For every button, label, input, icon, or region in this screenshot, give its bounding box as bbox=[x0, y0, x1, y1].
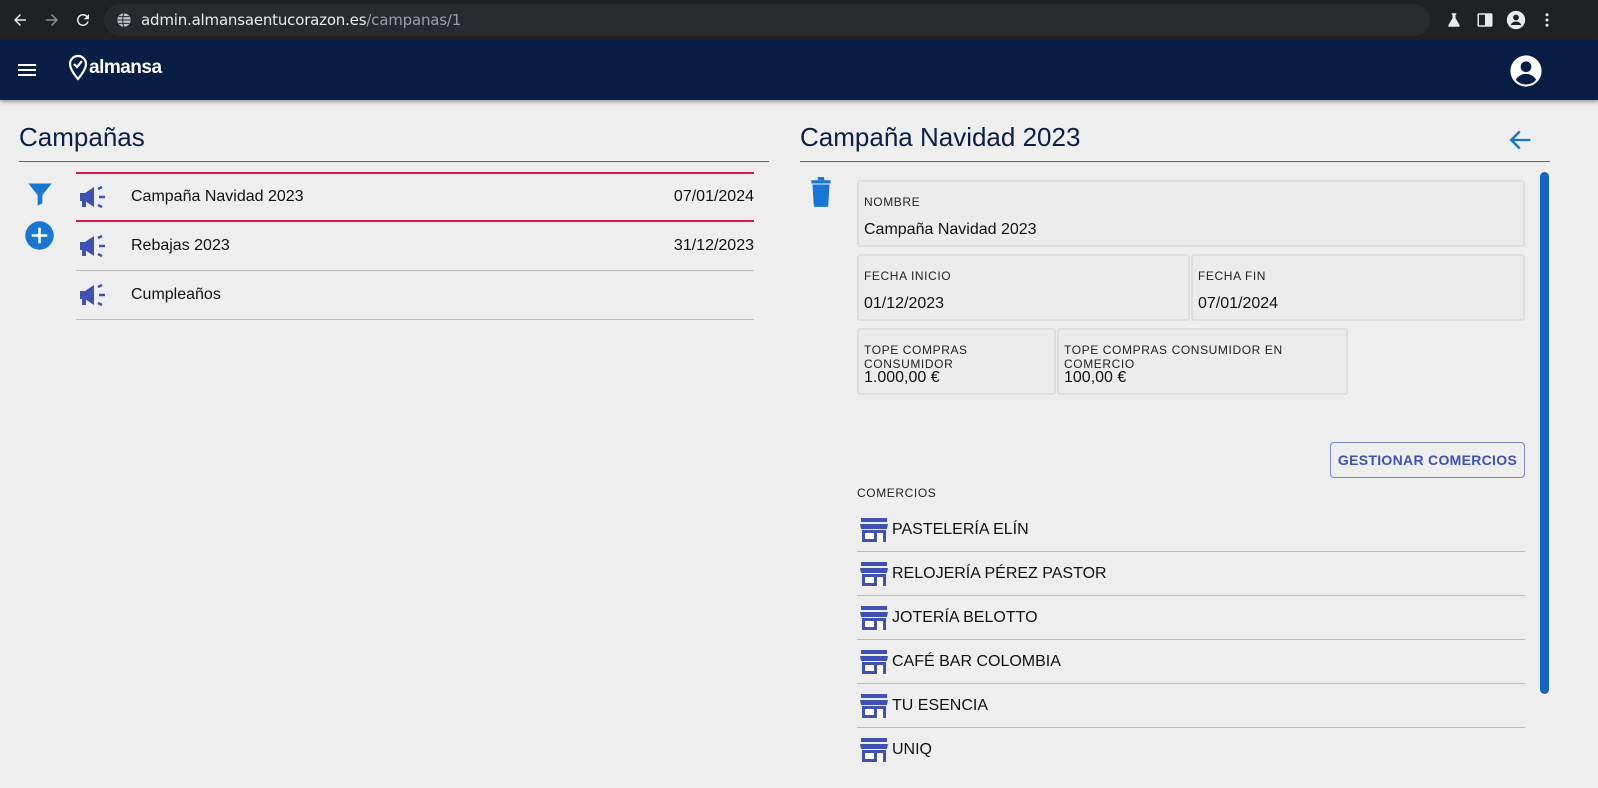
comercio-name: PASTELERÍA ELÍN bbox=[892, 520, 1029, 538]
comercios-label: COMERCIOS bbox=[857, 486, 937, 500]
comercio-list-item[interactable]: JOTERÍA BELOTTO bbox=[857, 596, 1525, 640]
store-icon bbox=[860, 649, 888, 675]
detail-divider bbox=[800, 161, 1550, 162]
page-title-campanas: Campañas bbox=[19, 122, 145, 152]
comercios-list: PASTELERÍA ELÍN RELOJERÍA PÉREZ PASTOR J… bbox=[857, 508, 1525, 772]
store-icon bbox=[860, 737, 888, 763]
nombre-field[interactable]: NOMBRE Campaña Navidad 2023 bbox=[857, 180, 1525, 247]
tope-consumidor-label: TOPE COMPRAS CONSUMIDOR bbox=[864, 343, 968, 371]
title-divider bbox=[19, 161, 769, 162]
profile-icon[interactable] bbox=[1505, 9, 1527, 31]
nombre-value: Campaña Navidad 2023 bbox=[864, 221, 1037, 238]
comercio-list-item[interactable]: PASTELERÍA ELÍN bbox=[857, 508, 1525, 552]
add-campaign-icon[interactable] bbox=[24, 220, 55, 251]
fecha-inicio-label: FECHA INICIO bbox=[864, 269, 952, 283]
comercio-list-item[interactable]: RELOJERÍA PÉREZ PASTOR bbox=[857, 552, 1525, 596]
address-bar[interactable]: admin.almansaentucorazon.es/campanas/1 bbox=[104, 4, 1430, 36]
delete-trash-icon[interactable] bbox=[808, 176, 834, 208]
hamburger-menu-icon[interactable] bbox=[15, 58, 39, 82]
site-info-icon[interactable] bbox=[116, 12, 132, 28]
campaign-list-item[interactable]: Campaña Navidad 2023 07/01/2024 bbox=[76, 172, 754, 222]
tope-consumidor-value: 1.000,00 € bbox=[864, 369, 940, 386]
comercio-name: UNIQ bbox=[892, 741, 932, 758]
forward-arrow-icon[interactable] bbox=[41, 9, 63, 31]
logo-text: almansa bbox=[89, 57, 162, 78]
back-arrow-icon[interactable] bbox=[1506, 126, 1534, 154]
tope-comercio-value: 100,00 € bbox=[1064, 369, 1127, 386]
campaign-name: Rebajas 2023 bbox=[131, 237, 230, 254]
app-bar: almansa bbox=[0, 40, 1598, 100]
megaphone-icon bbox=[78, 185, 108, 209]
comercio-list-item[interactable]: TU ESENCIA bbox=[857, 684, 1525, 728]
detail-title: Campaña Navidad 2023 bbox=[800, 122, 1081, 152]
browser-menu-icon[interactable] bbox=[1536, 9, 1558, 31]
campaign-date: 07/01/2024 bbox=[673, 188, 754, 205]
campaign-name: Campaña Navidad 2023 bbox=[131, 188, 304, 205]
campaign-name: Cumpleaños bbox=[131, 286, 221, 303]
tope-comercio-label: TOPE COMPRAS CONSUMIDOR EN COMERCIO bbox=[1064, 343, 1283, 371]
comercio-name: JOTERÍA BELOTTO bbox=[892, 608, 1038, 626]
megaphone-icon bbox=[78, 234, 108, 258]
comercio-list-item[interactable]: CAFÉ BAR COLOMBIA bbox=[857, 640, 1525, 684]
fecha-inicio-field[interactable]: FECHA INICIO 01/12/2023 bbox=[857, 254, 1190, 321]
detail-scrollbar[interactable] bbox=[1540, 172, 1549, 694]
comercio-name: RELOJERÍA PÉREZ PASTOR bbox=[892, 564, 1107, 582]
tope-comercio-field[interactable]: TOPE COMPRAS CONSUMIDOR EN COMERCIO 100,… bbox=[1057, 328, 1348, 395]
comercio-list-item[interactable]: UNIQ bbox=[857, 728, 1525, 772]
filter-icon[interactable] bbox=[26, 180, 54, 208]
account-circle-icon[interactable] bbox=[1509, 54, 1543, 88]
fecha-fin-value: 07/01/2024 bbox=[1198, 295, 1279, 312]
manage-comercios-button[interactable]: GESTIONAR COMERCIOS bbox=[1330, 442, 1525, 478]
url-text: admin.almansaentucorazon.es/campanas/1 bbox=[141, 11, 462, 29]
campaign-date: 31/12/2023 bbox=[673, 237, 754, 254]
fecha-fin-label: FECHA FIN bbox=[1198, 269, 1267, 283]
fecha-inicio-value: 01/12/2023 bbox=[864, 295, 945, 312]
comercio-name: CAFÉ BAR COLOMBIA bbox=[892, 652, 1061, 670]
back-arrow-icon[interactable] bbox=[9, 9, 31, 31]
nombre-label: NOMBRE bbox=[864, 195, 921, 209]
location-heart-icon bbox=[68, 54, 88, 81]
campaign-list-item[interactable]: Rebajas 2023 31/12/2023 bbox=[76, 222, 754, 271]
tope-consumidor-field[interactable]: TOPE COMPRAS CONSUMIDOR 1.000,00 € bbox=[857, 328, 1056, 395]
campaign-list-item[interactable]: Cumpleaños bbox=[76, 271, 754, 320]
megaphone-icon bbox=[78, 283, 108, 307]
reload-icon[interactable] bbox=[72, 9, 94, 31]
labs-flask-icon[interactable] bbox=[1443, 9, 1465, 31]
side-panel-icon[interactable] bbox=[1474, 9, 1496, 31]
campaign-list: Campaña Navidad 2023 07/01/2024 Rebajas … bbox=[76, 172, 754, 320]
browser-chrome: admin.almansaentucorazon.es/campanas/1 bbox=[0, 0, 1598, 40]
store-icon bbox=[860, 605, 888, 631]
store-icon bbox=[860, 693, 888, 719]
comercio-name: TU ESENCIA bbox=[892, 696, 989, 714]
almansa-logo[interactable]: almansa bbox=[68, 54, 162, 82]
store-icon bbox=[860, 517, 888, 543]
fecha-fin-field[interactable]: FECHA FIN 07/01/2024 bbox=[1191, 254, 1525, 321]
store-icon bbox=[860, 561, 888, 587]
